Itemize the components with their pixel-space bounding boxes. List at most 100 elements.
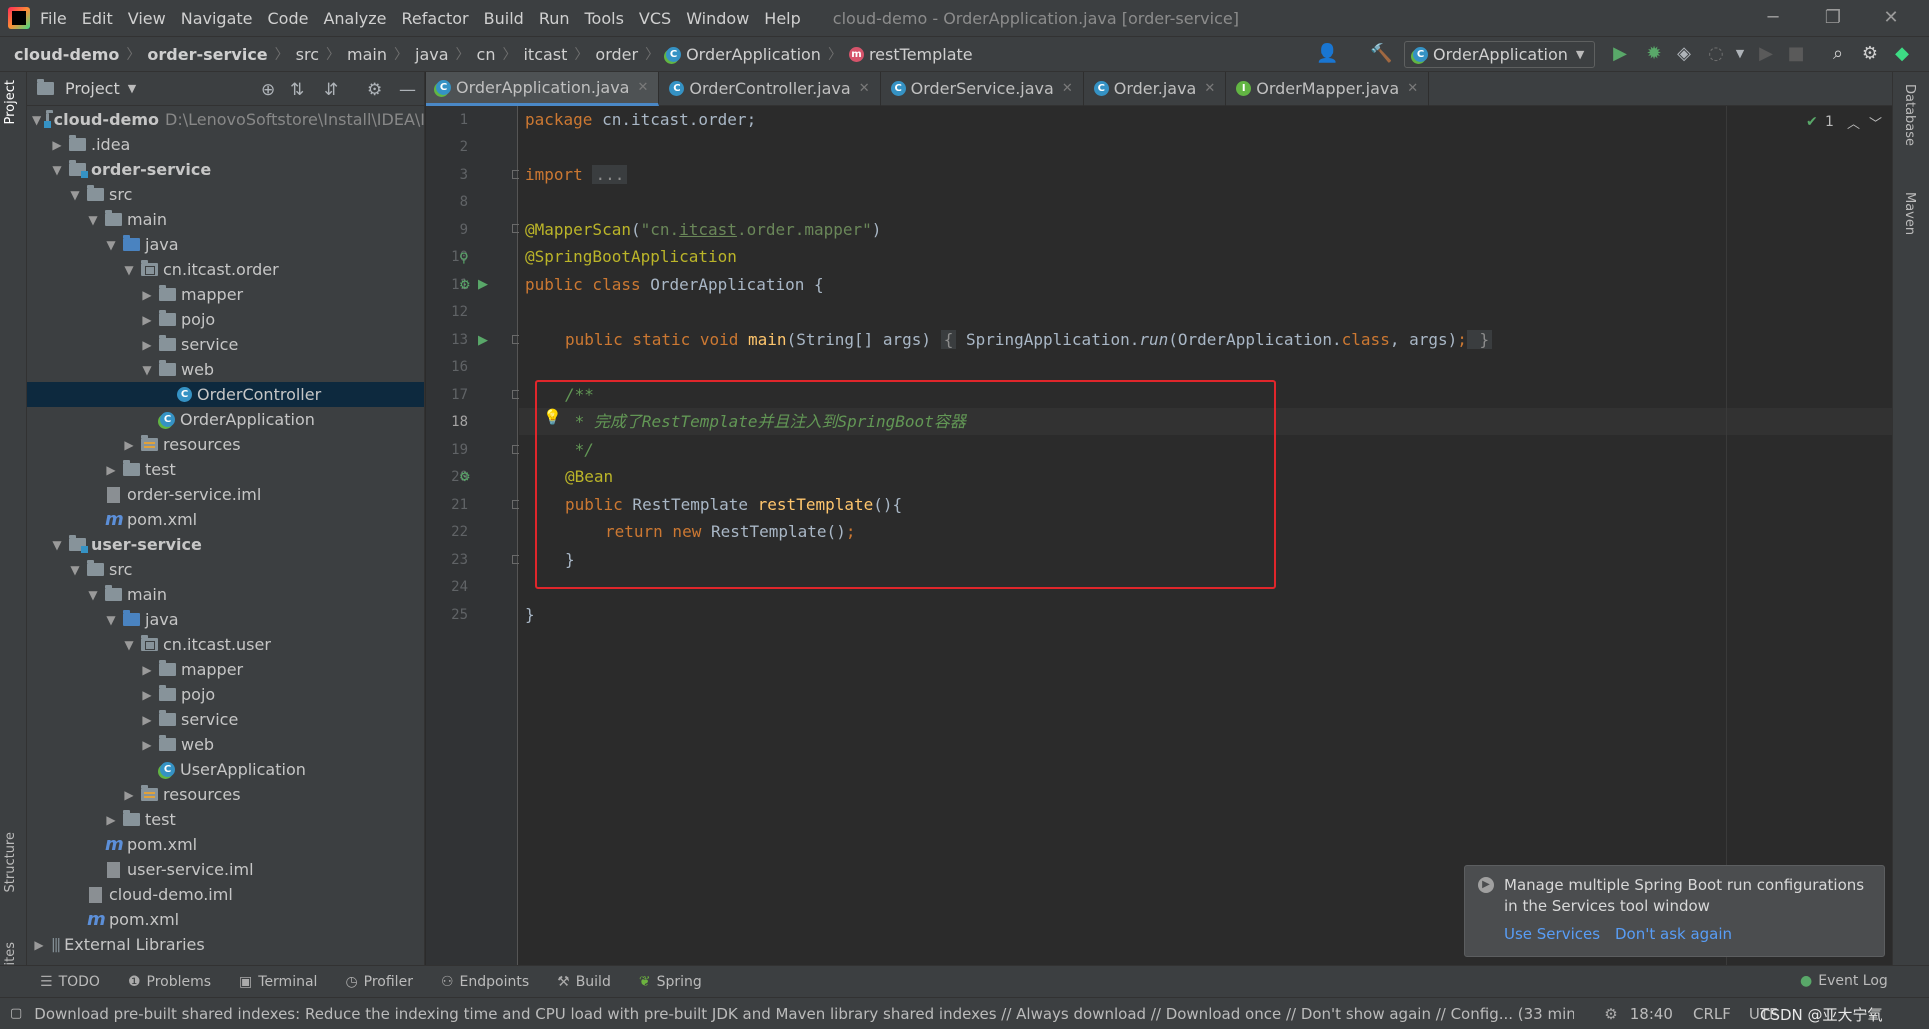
run-icon[interactable]: ▶ bbox=[478, 277, 488, 292]
tree-item[interactable]: ▼ cn.itcast.user bbox=[27, 632, 424, 657]
restore-button[interactable]: ❐ bbox=[1808, 0, 1858, 36]
debug-icon[interactable]: ✹ bbox=[1644, 44, 1664, 64]
search-icon[interactable]: ⌕ bbox=[1828, 44, 1848, 64]
menu-refactor[interactable]: Refactor bbox=[402, 9, 469, 28]
tree-item[interactable]: ▶ test bbox=[27, 457, 424, 482]
hammer-icon[interactable]: 🔨 bbox=[1370, 44, 1392, 64]
tree-item[interactable]: ▼ cloud-demo D:\LenovoSoftstore\Install\ID… bbox=[27, 107, 424, 132]
tree-item[interactable]: ▶ pojo bbox=[27, 307, 424, 332]
tree-item[interactable]: ▶ mapper bbox=[27, 657, 424, 682]
breadcrumb-item[interactable]: order bbox=[595, 45, 638, 64]
menu-tools[interactable]: Tools bbox=[585, 9, 624, 28]
breadcrumb-item[interactable]: order-service bbox=[147, 45, 267, 64]
tool-profiler[interactable]: ◷ Profiler bbox=[345, 974, 413, 990]
tab-project[interactable]: Project bbox=[3, 80, 18, 124]
tab-structure[interactable]: Structure bbox=[3, 832, 18, 892]
close-icon[interactable]: ✕ bbox=[1407, 81, 1418, 96]
spring-bean-icon[interactable]: ⚙ bbox=[459, 470, 471, 485]
resume-icon[interactable]: ▶ bbox=[1756, 44, 1776, 64]
tab-order[interactable]: C Order.java ✕ bbox=[1084, 71, 1227, 106]
menu-navigate[interactable]: Navigate bbox=[181, 9, 253, 28]
close-window-button[interactable]: ✕ bbox=[1866, 0, 1916, 36]
run-config-select[interactable]: C OrderApplication ▼ bbox=[1404, 41, 1595, 68]
menu-window[interactable]: Window bbox=[686, 9, 749, 28]
tab-order-service[interactable]: C OrderService.java ✕ bbox=[881, 71, 1084, 106]
close-icon[interactable]: ✕ bbox=[637, 80, 648, 95]
tree-item[interactable]: ▶ test bbox=[27, 807, 424, 832]
tree-item[interactable]: ▶ service bbox=[27, 707, 424, 732]
tab-order-controller[interactable]: C OrderController.java ✕ bbox=[659, 71, 881, 106]
tree-item[interactable]: ▼ java bbox=[27, 607, 424, 632]
tree-item[interactable]: C OrderApplication bbox=[27, 407, 424, 432]
caret-position[interactable]: 18:40 bbox=[1630, 1005, 1673, 1023]
tool-build[interactable]: ⚒ Build bbox=[557, 974, 611, 990]
tool-terminal[interactable]: ▣ Terminal bbox=[239, 974, 317, 990]
use-services-link[interactable]: Use Services bbox=[1504, 925, 1600, 943]
gear-icon[interactable]: ⚙ bbox=[1860, 44, 1880, 64]
menu-file[interactable]: File bbox=[40, 9, 67, 28]
tree-item[interactable]: C OrderController bbox=[27, 382, 424, 407]
tree-item[interactable]: C UserApplication bbox=[27, 757, 424, 782]
breadcrumb-item[interactable]: restTemplate bbox=[869, 45, 973, 64]
chevron-down-icon[interactable]: ▼ bbox=[1730, 44, 1750, 64]
user-icon[interactable]: 👤 bbox=[1316, 44, 1338, 64]
tab-maven[interactable]: Maven bbox=[1902, 192, 1917, 235]
menu-view[interactable]: View bbox=[128, 9, 166, 28]
tab-database[interactable]: Database bbox=[1902, 84, 1917, 146]
tree-item[interactable]: ▼ user-service bbox=[27, 532, 424, 557]
locate-icon[interactable]: ⊕ bbox=[261, 80, 275, 100]
coverage-icon[interactable]: ◈ bbox=[1674, 44, 1694, 64]
tree-item[interactable]: ▶ ||| External Libraries bbox=[27, 932, 424, 957]
tree-item[interactable]: order-service.iml bbox=[27, 482, 424, 507]
minimize-panel-icon[interactable]: — bbox=[399, 80, 416, 100]
minimize-button[interactable]: ─ bbox=[1748, 0, 1798, 36]
breadcrumb-item[interactable]: src bbox=[296, 45, 319, 64]
indexing-icon[interactable]: ⚙ bbox=[1604, 1005, 1617, 1023]
close-icon[interactable]: ✕ bbox=[1204, 81, 1215, 96]
menu-edit[interactable]: Edit bbox=[82, 9, 113, 28]
chevron-up-icon[interactable]: ︿ bbox=[1847, 113, 1860, 132]
tree-item[interactable]: ▶ resources bbox=[27, 782, 424, 807]
menu-vcs[interactable]: VCS bbox=[639, 9, 671, 28]
spring-bean-icon[interactable]: ⚲ bbox=[459, 251, 469, 266]
tree-item[interactable]: m pom.xml bbox=[27, 907, 424, 932]
menu-build[interactable]: Build bbox=[484, 9, 524, 28]
tree-item[interactable]: ▶ web bbox=[27, 732, 424, 757]
run-icon[interactable]: ▶ bbox=[1610, 44, 1630, 64]
tree-item[interactable]: m pom.xml bbox=[27, 507, 424, 532]
tab-order-application[interactable]: C OrderApplication.java ✕ bbox=[426, 71, 660, 106]
tree-item[interactable]: ▼ java bbox=[27, 232, 424, 257]
menu-code[interactable]: Code bbox=[268, 9, 309, 28]
dont-ask-again-link[interactable]: Don't ask again bbox=[1615, 925, 1732, 943]
tree-item[interactable]: ▼ main bbox=[27, 582, 424, 607]
tool-event-log[interactable]: ● Event Log bbox=[1800, 973, 1888, 989]
tree-item[interactable]: cloud-demo.iml bbox=[27, 882, 424, 907]
run-icon[interactable]: ▶ bbox=[478, 333, 488, 348]
tree-item[interactable]: ▼ src bbox=[27, 557, 424, 582]
close-icon[interactable]: ✕ bbox=[859, 81, 870, 96]
project-panel-title[interactable]: Project bbox=[65, 79, 120, 98]
expand-all-icon[interactable]: ⇅ bbox=[290, 80, 304, 100]
breadcrumb-item[interactable]: java bbox=[415, 45, 449, 64]
tree-item[interactable]: user-service.iml bbox=[27, 857, 424, 882]
tree-item[interactable]: ▶ service bbox=[27, 332, 424, 357]
stop-icon[interactable]: ■ bbox=[1786, 44, 1806, 64]
tree-item[interactable]: ▶ .idea bbox=[27, 132, 424, 157]
tool-spring[interactable]: ❦ Spring bbox=[639, 974, 702, 990]
breadcrumb-item[interactable]: main bbox=[347, 45, 387, 64]
breadcrumb-item[interactable]: cn bbox=[477, 45, 496, 64]
line-separator[interactable]: CRLF bbox=[1693, 1005, 1731, 1023]
gear-icon[interactable]: ⚙ bbox=[367, 80, 382, 100]
breadcrumb-item[interactable]: itcast bbox=[523, 45, 567, 64]
tree-item[interactable]: m pom.xml bbox=[27, 832, 424, 857]
tree-item[interactable]: ▼ main bbox=[27, 207, 424, 232]
tree-item[interactable]: ▶ pojo bbox=[27, 682, 424, 707]
tree-item[interactable]: ▶ mapper bbox=[27, 282, 424, 307]
tree-item[interactable]: ▼ cn.itcast.order bbox=[27, 257, 424, 282]
breadcrumb-item[interactable]: cloud-demo bbox=[14, 45, 119, 64]
menu-analyze[interactable]: Analyze bbox=[323, 9, 386, 28]
tool-problems[interactable]: ❶ Problems bbox=[128, 974, 211, 990]
tree-item[interactable]: ▼ src bbox=[27, 182, 424, 207]
menu-run[interactable]: Run bbox=[539, 9, 570, 28]
close-icon[interactable]: ✕ bbox=[1062, 81, 1073, 96]
